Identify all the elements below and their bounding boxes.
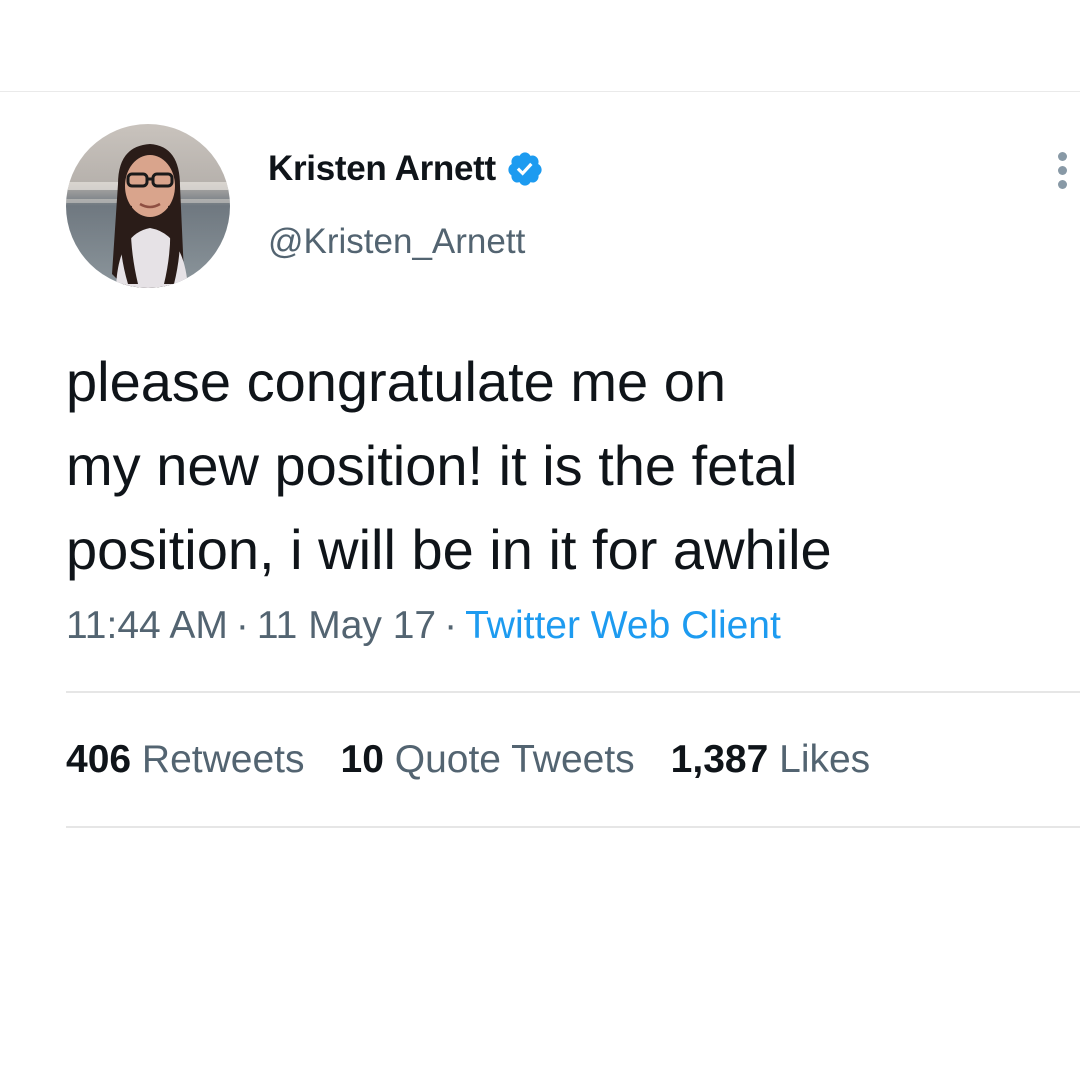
retweets-count: 406 [66,738,132,781]
meta-separator: · [235,604,249,647]
quote-tweets-count: 10 [340,738,384,781]
likes-stat[interactable]: 1,387 Likes [671,738,871,782]
more-options-icon[interactable] [1050,146,1080,194]
engagement-stats: 406 Retweets 10 Quote Tweets 1,387 Likes [66,738,906,782]
quote-tweets-label: Quote Tweets [394,738,635,781]
stats-top-divider [66,691,1080,693]
retweets-stat[interactable]: 406 Retweets [66,738,305,782]
tweet-time[interactable]: 11:44 AM [66,604,228,647]
likes-label: Likes [779,738,871,781]
tweet-text: please congratulate me on my new positio… [66,340,1046,592]
meta-separator: · [444,604,458,647]
display-name[interactable]: Kristen Arnett [268,149,496,189]
verified-badge-icon [506,150,544,188]
top-divider [0,91,1080,92]
tweet-text-line: my new position! it is the fetal [66,434,798,497]
tweet-screenshot: Kristen Arnett @Kristen_Arnett please co… [0,0,1080,1080]
avatar[interactable] [66,124,230,288]
display-name-row[interactable]: Kristen Arnett [268,146,544,192]
tweet-meta: 11:44 AM · 11 May 17 · Twitter Web Client [66,604,781,648]
user-handle[interactable]: @Kristen_Arnett [268,222,525,262]
retweets-label: Retweets [141,738,305,781]
stats-bottom-divider [66,826,1080,828]
tweet-text-line: position, i will be in it for awhile [66,518,832,581]
likes-count: 1,387 [670,738,769,781]
tweet-text-line: please congratulate me on [66,350,726,413]
tweet-date[interactable]: 11 May 17 [257,604,436,647]
quote-tweets-stat[interactable]: 10 Quote Tweets [341,738,635,782]
tweet-source-link[interactable]: Twitter Web Client [465,604,781,647]
profile-photo-icon [66,124,230,288]
